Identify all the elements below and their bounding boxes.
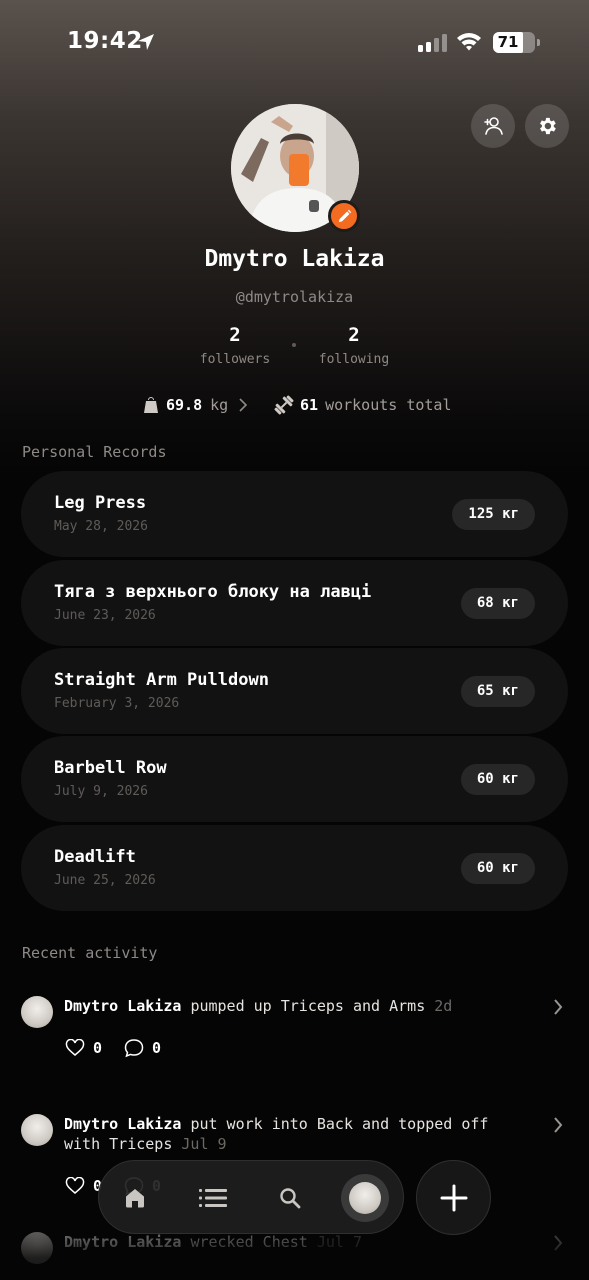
followers-stat[interactable]: 2 followers [185,324,285,367]
activity-reactions: 0 0 [65,1038,161,1058]
activity-user: Dmytro Lakiza [64,1115,182,1133]
weight-icon [144,397,158,413]
weight-value: 69.8 [166,396,203,414]
nav-profile[interactable] [335,1161,395,1235]
record-card[interactable]: Barbell Row July 9, 2026 60 кг [21,736,568,822]
battery-level: 71 [497,33,519,51]
edit-avatar-button[interactable] [328,200,360,232]
activity-avatar [21,996,53,1028]
record-value-badge: 60 кг [460,764,535,795]
personal-records-title: Personal Records [22,443,167,461]
workouts-summary: 61 workouts total [273,394,452,416]
profile-name: Dmytro Lakiza [204,246,385,272]
following-count: 2 [348,324,360,346]
record-date: May 28, 2026 [54,519,148,534]
chevron-right-icon [554,999,563,1015]
record-card[interactable]: Тяга з верхнього блоку на лавці June 23,… [21,560,568,646]
list-icon [199,1189,227,1207]
status-time: 19:42 [67,28,143,54]
activity-user: Dmytro Lakiza [64,997,182,1015]
comment-icon[interactable] [124,1038,144,1058]
profile-avatar[interactable] [231,104,360,232]
record-exercise: Тяга з верхнього блоку на лавці [54,582,372,602]
recent-activity-title: Recent activity [22,944,158,962]
dumbbell-icon [274,395,294,415]
chevron-right-icon [554,1235,563,1251]
activity-text: Dmytro Lakiza wrecked Chest Jul 7 [64,1232,514,1252]
record-card[interactable]: Deadlift June 25, 2026 60 кг [21,825,568,911]
add-workout-button[interactable] [416,1160,491,1235]
activity-user: Dmytro Lakiza [64,1233,182,1251]
nav-search[interactable] [260,1161,320,1235]
plus-icon [440,1184,467,1211]
record-exercise: Leg Press [54,493,147,513]
nav-feed[interactable] [183,1161,243,1235]
activity-avatar [21,1232,53,1264]
activity-time: Jul 7 [316,1233,363,1251]
status-bar: 19:42 71 [0,28,589,60]
pencil-icon [338,209,351,222]
record-date: June 23, 2026 [54,608,156,623]
wifi-icon [457,33,481,51]
record-date: February 3, 2026 [54,696,180,711]
record-date: July 9, 2026 [54,784,148,799]
location-arrow-icon [138,34,154,50]
activity-item[interactable]: Dmytro Lakiza pumped up Triceps and Arms… [21,996,581,1066]
activity-time: 2d [434,997,453,1015]
activity-description: wrecked Chest [190,1233,308,1251]
activity-text: Dmytro Lakiza put work into Back and top… [64,1114,514,1154]
record-card[interactable]: Leg Press May 28, 2026 125 кг [21,471,568,557]
heart-icon[interactable] [65,1039,85,1057]
weight-link[interactable]: 69.8 kg [143,394,248,416]
following-stat[interactable]: 2 following [304,324,404,367]
record-card[interactable]: Straight Arm Pulldown February 3, 2026 6… [21,648,568,734]
activity-text: Dmytro Lakiza pumped up Triceps and Arms… [64,996,514,1016]
record-exercise: Straight Arm Pulldown [54,670,269,690]
add-person-icon [484,117,503,135]
cellular-signal-icon [418,34,447,52]
record-value-badge: 65 кг [460,676,535,707]
gear-icon [540,117,556,135]
activity-description: pumped up Triceps and Arms [190,997,426,1015]
activity-item[interactable]: Dmytro Lakiza wrecked Chest Jul 7 [21,1232,581,1272]
likes-count: 0 [93,1039,103,1057]
settings-button[interactable] [525,104,569,148]
home-icon [126,1189,144,1208]
battery-icon: 71 [493,32,540,53]
record-value-badge: 125 кг [452,499,535,530]
nav-home[interactable] [105,1161,165,1235]
following-label: following [318,352,390,367]
profile-avatar-small [341,1174,389,1222]
heart-icon[interactable] [65,1177,85,1195]
workouts-label: workouts total [325,396,452,414]
record-value-badge: 60 кг [460,853,535,884]
weight-unit: kg [210,396,229,414]
stat-separator [292,343,296,347]
workouts-count: 61 [300,396,319,414]
comments-count: 0 [152,1039,162,1057]
followers-count: 2 [229,324,241,346]
add-friend-button[interactable] [471,104,515,148]
activity-avatar [21,1114,53,1146]
chevron-right-icon [239,398,248,412]
record-date: June 25, 2026 [54,873,156,888]
profile-handle: @dmytrolakiza [235,288,354,306]
search-icon [280,1188,301,1209]
chevron-right-icon [554,1117,563,1133]
bottom-nav [98,1160,404,1234]
record-exercise: Barbell Row [54,758,167,778]
record-exercise: Deadlift [54,847,136,867]
followers-label: followers [199,352,271,367]
record-value-badge: 68 кг [460,588,535,619]
activity-time: Jul 9 [181,1135,227,1153]
